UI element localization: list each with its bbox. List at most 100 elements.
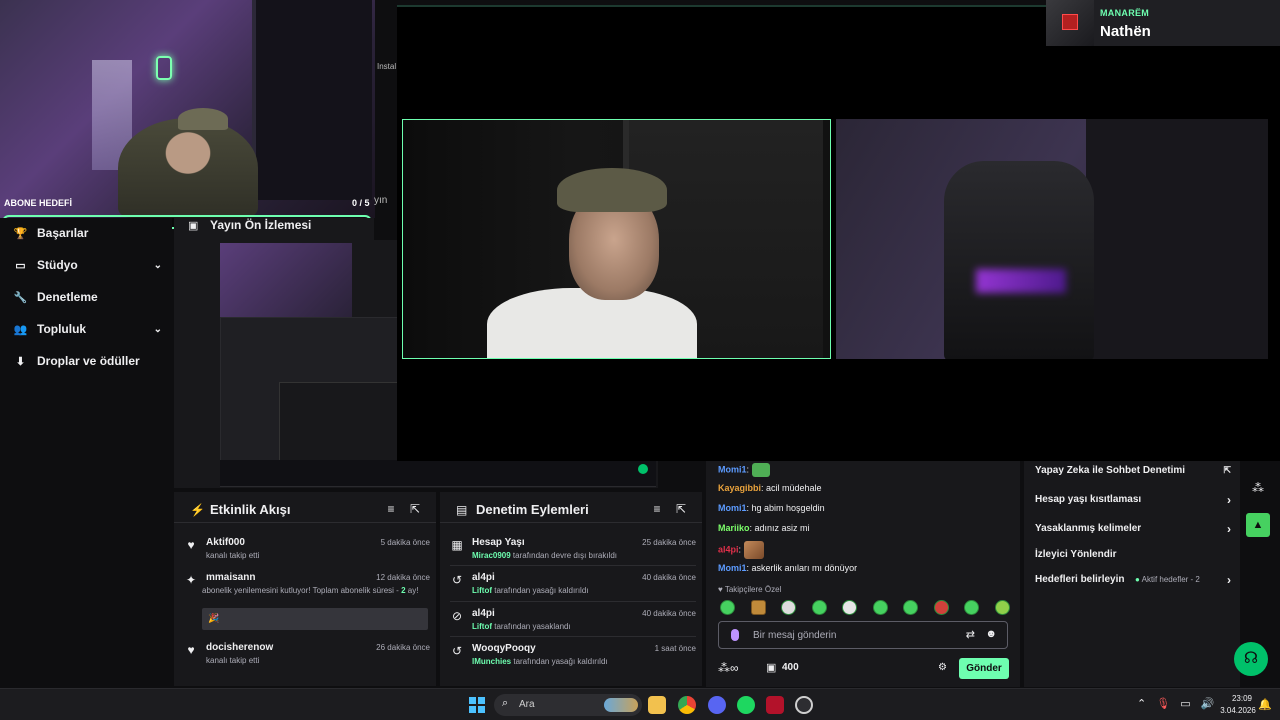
avatar xyxy=(1046,0,1094,46)
help-headset-button[interactable]: ☊ xyxy=(1234,642,1268,676)
preview-icon: ▣ xyxy=(188,220,199,232)
search-icon: ⌕ xyxy=(502,697,509,709)
feed-text: kanalı takip etti xyxy=(206,551,260,560)
live-indicator-icon xyxy=(638,464,648,474)
emote-icon[interactable] xyxy=(933,600,949,615)
chat-message[interactable]: al4pi: xyxy=(718,541,764,559)
emote-icon[interactable] xyxy=(781,600,797,615)
filter-icon[interactable]: ≡ xyxy=(650,502,664,516)
emote-picker-row xyxy=(720,600,1010,615)
community-icon: 👥 xyxy=(13,323,28,336)
extension-app-icon[interactable]: ▲ xyxy=(1246,513,1270,537)
taskbar-search[interactable]: ⌕ Ara xyxy=(494,694,642,716)
popout-icon[interactable]: ⇱ xyxy=(674,502,688,516)
chat-panel: Momi1: Kayagibbi: acil müdehale Momi1: h… xyxy=(706,461,1020,687)
chat-message[interactable]: Momi1: xyxy=(718,463,770,477)
pepe-emote-icon xyxy=(751,463,770,477)
system-tray: ⌃ 🎙 ▭ 🔊 xyxy=(1137,697,1214,710)
chat-message[interactable]: Momi1: hg abim hoşgeldin xyxy=(718,503,825,513)
chevron-up-icon[interactable]: ⌃ xyxy=(1137,697,1146,710)
nav-item-moderation[interactable]: 🔧 Denetleme xyxy=(14,290,162,304)
volume-icon[interactable]: 🔊 xyxy=(1201,697,1215,710)
emote-icon[interactable] xyxy=(811,600,827,615)
infinity-icon[interactable]: ⁂∞ xyxy=(718,661,739,675)
emote-icon[interactable] xyxy=(750,600,766,615)
emote-icon[interactable] xyxy=(994,600,1010,615)
translate-icon[interactable]: ⇄ xyxy=(966,628,975,641)
emoji-icon[interactable]: ☻ xyxy=(985,628,997,640)
nav-label: Denetleme xyxy=(37,290,98,304)
trophy-icon: 🏆 xyxy=(13,227,28,240)
emote-icon[interactable] xyxy=(872,600,888,615)
popout-icon[interactable]: ⇱ xyxy=(408,502,422,516)
setting-raid-viewers[interactable]: İzleyici Yönlendir xyxy=(1035,549,1231,560)
preview-webcam-thumbnail xyxy=(220,243,352,317)
discord-icon[interactable] xyxy=(708,696,726,714)
guest-camera-1[interactable] xyxy=(402,119,831,359)
chevron-right-icon: › xyxy=(1227,573,1231,587)
send-button[interactable]: Gönder xyxy=(959,658,1009,679)
stream-preview-header: ▣ Yayın Ön İzlemesi xyxy=(174,218,374,240)
emote-icon[interactable] xyxy=(842,600,858,615)
obs-app-icon[interactable] xyxy=(766,696,784,714)
chat-message[interactable]: Mariiko: adınız asiz mi xyxy=(718,523,810,533)
feed-user: mmaisann xyxy=(206,572,256,583)
rgb-light xyxy=(976,269,1066,293)
chrome-icon[interactable] xyxy=(678,696,696,714)
windows-start-icon[interactable] xyxy=(469,697,485,713)
filter-icon[interactable]: ≡ xyxy=(384,502,398,516)
feed-time: 12 dakika önce xyxy=(376,573,430,582)
preview-taskbar xyxy=(220,460,656,486)
feed-time: 5 dakika önce xyxy=(380,538,430,547)
emote-icon[interactable] xyxy=(964,600,980,615)
gear-icon[interactable]: ⚙ xyxy=(938,662,947,673)
chat-input[interactable]: Bir mesaj gönderin ⇄ ☻ xyxy=(718,621,1008,649)
clock-date[interactable]: 3.04.2026 xyxy=(1218,706,1258,715)
chat-footer: ⁂∞ ▣ 400 ⚙ Gönder xyxy=(718,658,1010,680)
nav-item-achievements[interactable]: 🏆 Başarılar xyxy=(14,226,162,240)
nav-label: Başarılar xyxy=(37,226,89,240)
nav-item-community[interactable]: 👥 Topluluk ⌄ xyxy=(14,322,162,336)
nav-item-drops[interactable]: ⬇ Droplar ve ödüller xyxy=(14,354,162,368)
guest-camera-2[interactable] xyxy=(836,119,1268,359)
background-door xyxy=(1086,119,1268,359)
feed-text: kanalı takip etti xyxy=(206,656,260,665)
activity-feed-title: Etkinlik Akışı xyxy=(210,502,291,517)
mic-icon[interactable] xyxy=(731,629,739,641)
chat-message[interactable]: Momi1: askerlik anıları mı dönüyor xyxy=(718,563,857,573)
windows-taskbar: ⌕ Ara ⌃ 🎙 ▭ 🔊 23:09 3.04.2026 🔔 xyxy=(0,688,1280,720)
stream-preview-title: Yayın Ön İzlemesi xyxy=(210,218,312,232)
notification-icon[interactable]: 🔔 xyxy=(1258,698,1272,711)
channel-points-value: 400 xyxy=(782,662,799,673)
nav-item-studio[interactable]: ▭ Stüdyo ⌄ xyxy=(14,258,162,272)
mic-icon[interactable]: 🎙 xyxy=(1156,697,1170,710)
setting-banned-words[interactable]: Yasaklanmış kelimeler › xyxy=(1035,522,1231,536)
emote-icon[interactable] xyxy=(720,600,735,615)
setting-goals[interactable]: Hedefleri belirleyin ● Aktif hedefler - … xyxy=(1035,573,1231,587)
clipboard-icon: ▤ xyxy=(456,503,468,517)
preview-partial-text: Instal xyxy=(377,62,397,71)
chat-message[interactable]: Kayagibbi: acil müdehale xyxy=(718,483,822,493)
streamer-card[interactable] xyxy=(1046,0,1280,46)
party-icon: 🎉 xyxy=(208,613,220,623)
sub-goal-label: ABONE HEDEFİ xyxy=(4,198,73,208)
file-explorer-icon[interactable] xyxy=(648,696,666,714)
extensions-icon[interactable]: ⁂ xyxy=(1252,481,1264,495)
channel-points-icon[interactable]: ▣ xyxy=(766,661,776,674)
steam-icon[interactable] xyxy=(795,696,813,714)
undo-icon: ↺ xyxy=(451,644,463,658)
mod-actions-panel: ▤ Denetim Eylemleri ≡ ⇱ ▦ Hesap Yaşı 25 … xyxy=(440,492,702,686)
sub-goal-count: 0 / 5 xyxy=(352,198,370,208)
network-icon[interactable]: ▭ xyxy=(1180,697,1190,710)
calendar-icon: ▦ xyxy=(451,538,463,552)
heart-icon: ♥ xyxy=(187,643,195,657)
setting-account-age[interactable]: Hesap yaşı kısıtlaması › xyxy=(1035,493,1231,507)
background-door xyxy=(252,0,372,200)
streamer-team: MANARËM xyxy=(1100,8,1150,18)
spotify-icon[interactable] xyxy=(737,696,755,714)
quick-settings-panel: Yapay Zeka ile Sohbet Denetimi ⇱ Hesap y… xyxy=(1024,461,1240,687)
heart-icon: ♥ xyxy=(187,538,195,552)
setting-ai-chat-moderation[interactable]: Yapay Zeka ile Sohbet Denetimi ⇱ xyxy=(1035,465,1231,476)
clock-time[interactable]: 23:09 xyxy=(1230,694,1254,703)
emote-icon[interactable] xyxy=(903,600,919,615)
